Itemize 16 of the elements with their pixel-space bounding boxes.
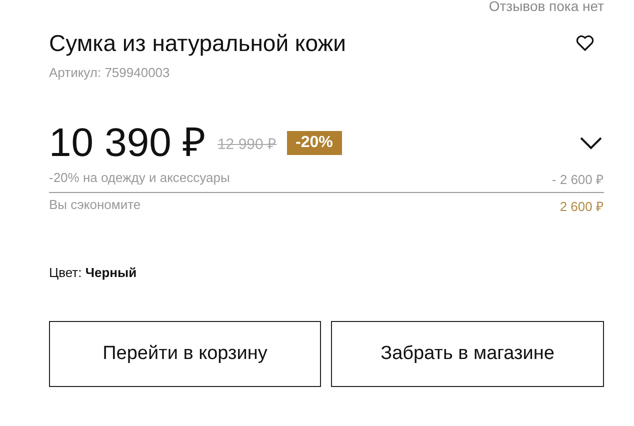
discount-amount: - 2 600 ₽ [552, 171, 604, 188]
reviews-status[interactable]: Отзывов пока нет [49, 0, 604, 13]
savings-amount: 2 600 ₽ [560, 198, 604, 215]
product-title: Сумка из натуральной кожи [49, 29, 346, 57]
heart-icon[interactable] [576, 35, 594, 51]
discount-label: -20% на одежду и аксессуары [49, 170, 230, 187]
action-button[interactable]: Забрать в магазине [331, 321, 604, 387]
discount-badge: -20% [286, 131, 342, 155]
action-button[interactable]: Перейти в корзину [49, 321, 321, 387]
current-price: 10 390 ₽ [49, 120, 206, 166]
article-number: Артикул: 759940003 [49, 65, 171, 80]
color-value: Черный [85, 265, 137, 280]
old-price: 12 990 ₽ [217, 135, 277, 153]
chevron-down-icon[interactable] [580, 136, 602, 150]
color-label: Цвет: [49, 265, 82, 280]
savings-label: Вы сэкономите [49, 197, 141, 214]
